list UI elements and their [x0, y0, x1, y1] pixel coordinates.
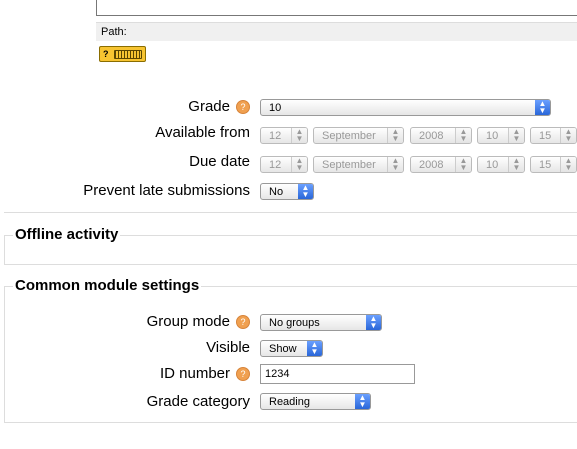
html-editor-area[interactable] — [96, 0, 577, 16]
available-from-label: Available from — [155, 124, 250, 141]
select-arrow-icon: ▲ ▼ — [387, 157, 403, 172]
due-date-year[interactable]: 2008 ▲ ▼ — [410, 156, 472, 173]
help-icon[interactable]: ? — [236, 315, 250, 330]
grade-category-label: Grade category — [146, 393, 250, 410]
select-arrow-icon: ▲ ▼ — [366, 315, 381, 330]
help-icon[interactable]: ? — [236, 100, 250, 115]
select-arrow-icon: ▲ ▼ — [307, 341, 322, 356]
select-arrow-icon: ▲ ▼ — [535, 100, 550, 115]
prevent-late-label: Prevent late submissions — [83, 182, 250, 199]
available-from-hour[interactable]: 10 ▲ ▼ — [477, 127, 525, 144]
id-number-input[interactable]: 1234 — [260, 364, 415, 384]
available-from-year[interactable]: 2008 ▲ ▼ — [410, 127, 472, 144]
group-mode-label: Group mode? — [147, 313, 250, 331]
due-date-month[interactable]: September ▲ ▼ — [313, 156, 404, 173]
editor-path-bar: Path: — [96, 22, 577, 41]
select-arrow-icon: ▲ ▼ — [508, 128, 524, 143]
visible-label: Visible — [206, 339, 250, 356]
offline-activity-legend[interactable]: Offline activity — [13, 226, 121, 243]
prevent-late-select[interactable]: No ▲ ▼ — [260, 183, 314, 200]
id-number-label: ID number? — [160, 365, 250, 383]
select-arrow-icon: ▲ ▼ — [455, 157, 471, 172]
keyboard-icon — [114, 50, 142, 59]
group-mode-select[interactable]: No groups ▲ ▼ — [260, 314, 382, 331]
help-icon[interactable]: ? — [236, 367, 250, 382]
due-date-hour[interactable]: 10 ▲ ▼ — [477, 156, 525, 173]
select-arrow-icon: ▲ ▼ — [560, 128, 576, 143]
select-arrow-icon: ▲ ▼ — [298, 184, 313, 199]
available-from-minute[interactable]: 15 ▲ ▼ — [530, 127, 577, 144]
select-arrow-icon: ▲ ▼ — [560, 157, 576, 172]
select-arrow-icon: ▲ ▼ — [508, 157, 524, 172]
due-date-day[interactable]: 12 ▲ ▼ — [260, 156, 308, 173]
path-label: Path: — [101, 26, 127, 38]
grade-category-select[interactable]: Reading ▲ ▼ — [260, 393, 371, 410]
due-date-label: Due date — [189, 153, 250, 170]
question-icon: ? — [103, 49, 109, 59]
select-arrow-icon: ▲ ▼ — [291, 128, 307, 143]
common-module-legend[interactable]: Common module settings — [13, 277, 202, 294]
available-from-month[interactable]: September ▲ ▼ — [313, 127, 404, 144]
grade-label: Grade? — [188, 98, 250, 116]
section-divider — [4, 212, 577, 213]
select-arrow-icon: ▲ ▼ — [355, 394, 370, 409]
visible-select[interactable]: Show ▲ ▼ — [260, 340, 323, 357]
select-arrow-icon: ▲ ▼ — [291, 157, 307, 172]
keyboard-help-button[interactable]: ? — [99, 46, 146, 62]
available-from-day[interactable]: 12 ▲ ▼ — [260, 127, 308, 144]
due-date-minute[interactable]: 15 ▲ ▼ — [530, 156, 577, 173]
grade-select[interactable]: 10 ▲ ▼ — [260, 99, 551, 116]
select-arrow-icon: ▲ ▼ — [455, 128, 471, 143]
select-arrow-icon: ▲ ▼ — [387, 128, 403, 143]
